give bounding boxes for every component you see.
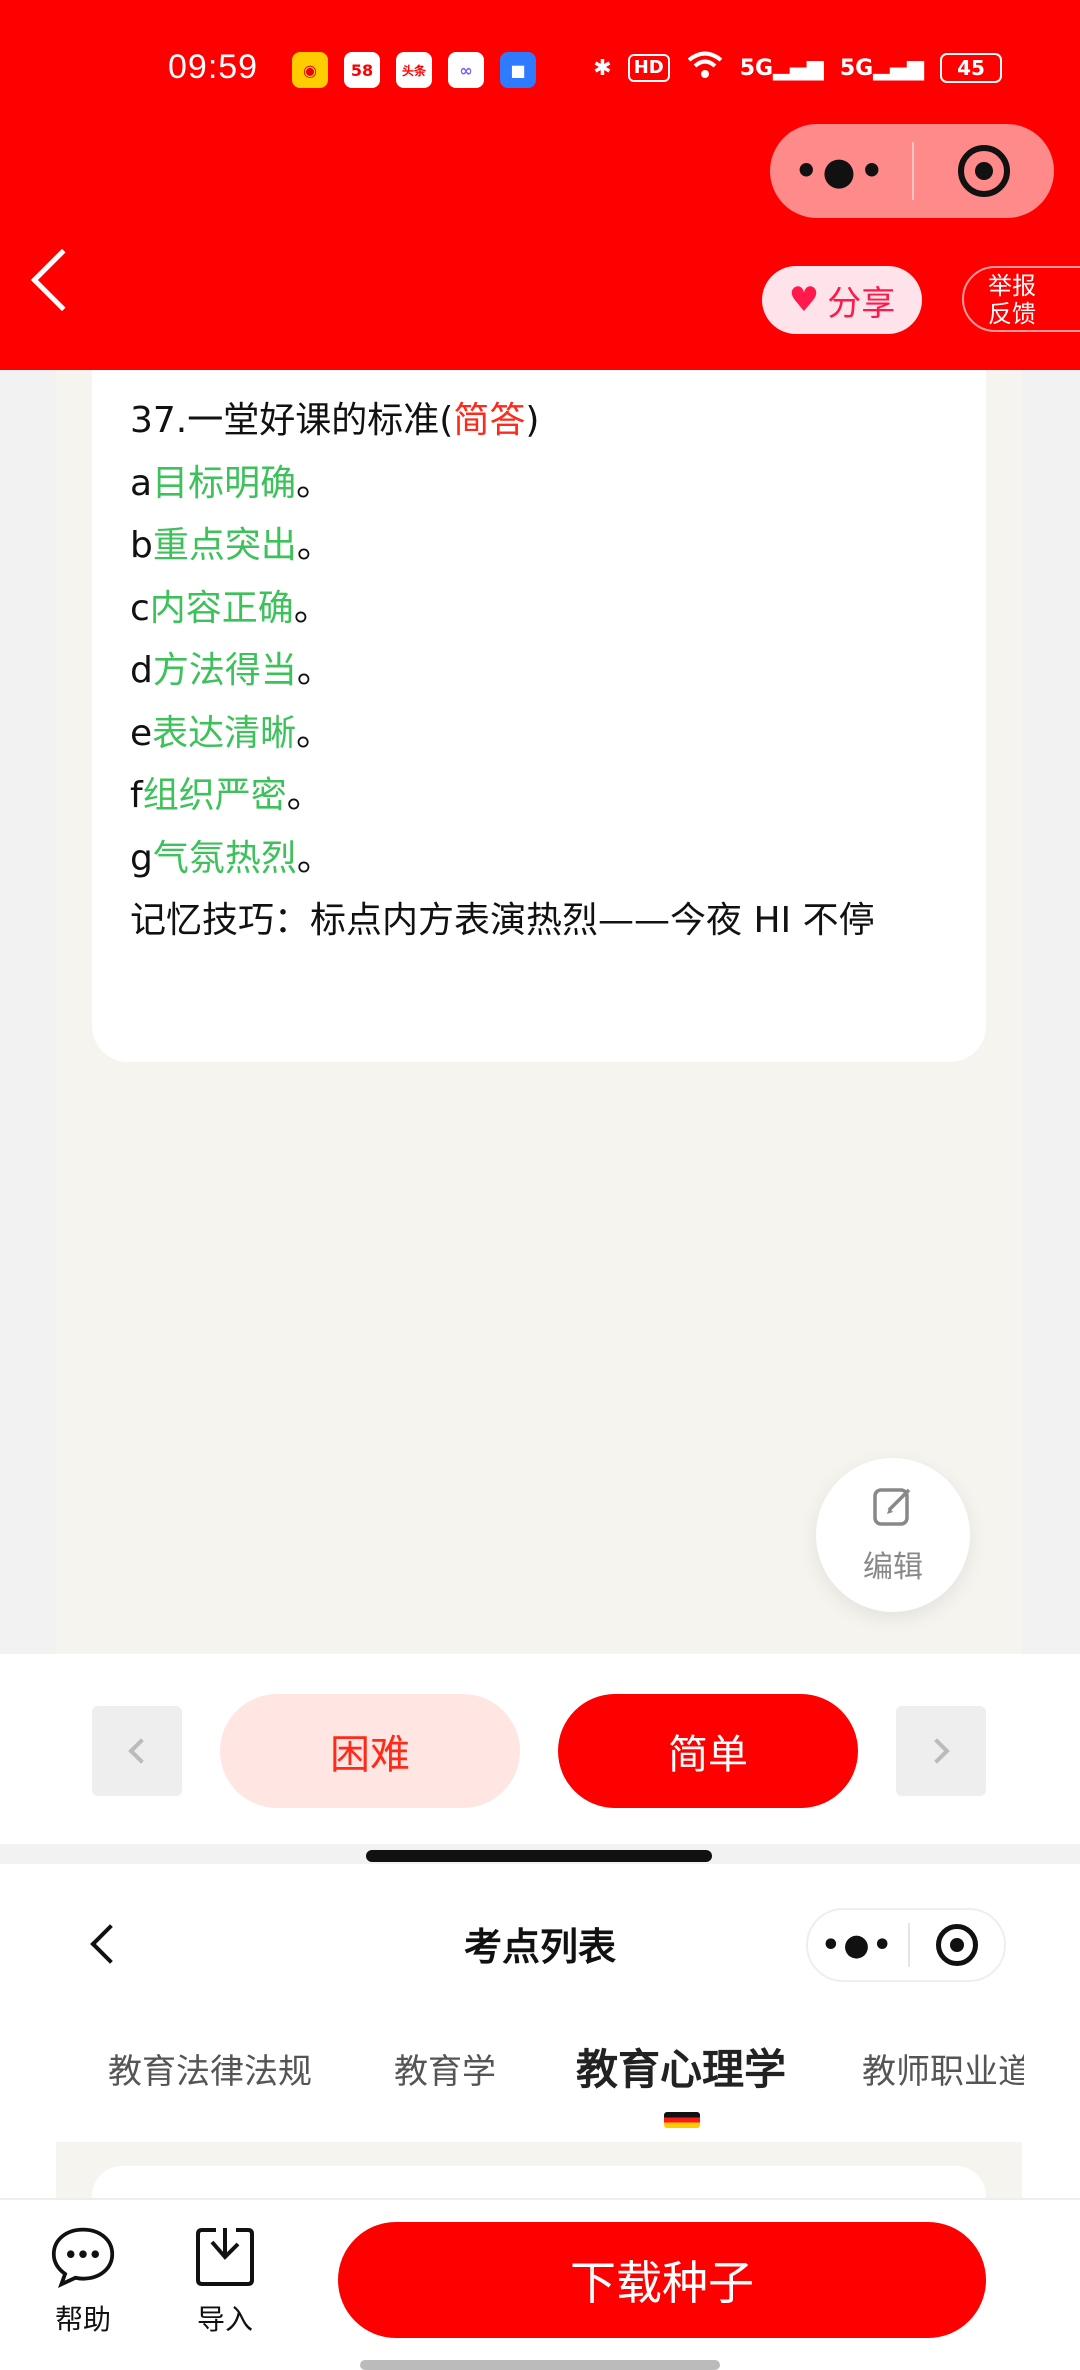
bluetooth-icon: ✱ xyxy=(593,55,612,81)
tab-educational-psychology[interactable]: 教育心理学 xyxy=(576,2036,786,2097)
easy-button[interactable]: 简单 xyxy=(558,1694,858,1808)
memory-tip: 记忆技巧：标点内方表演热烈——今夜 HI 不停 xyxy=(130,900,875,941)
download-button[interactable]: 下载种子 xyxy=(338,2222,986,2338)
chevron-right-icon xyxy=(924,1738,950,1764)
sheet-capsule: •●• xyxy=(806,1908,1006,1982)
answer-item: b重点突出。 xyxy=(130,525,333,566)
tab-pedagogy[interactable]: 教育学 xyxy=(394,2044,496,2093)
chat-icon xyxy=(50,2224,116,2290)
baidu-netdisk-icon: ∞ xyxy=(448,52,484,88)
help-button[interactable]: 帮助 xyxy=(28,2224,138,2338)
edit-icon xyxy=(871,1484,915,1536)
next-card-button[interactable] xyxy=(896,1706,986,1796)
share-button[interactable]: ♥ 分享 xyxy=(762,266,922,334)
import-label: 导入 xyxy=(196,2303,253,2336)
app-blue-icon: ■ xyxy=(500,52,536,88)
tab-education-law[interactable]: 教育法律法规 xyxy=(108,2044,312,2093)
sheet-more-icon[interactable]: •●• xyxy=(808,1928,908,1963)
edit-label: 编辑 xyxy=(863,1550,923,1585)
hd-icon: HD xyxy=(627,54,670,82)
bottom-action-bar: 帮助 导入 下载种子 xyxy=(0,2198,1080,2370)
miniprogram-capsule: •●• xyxy=(770,124,1054,218)
tab-teacher-ethics[interactable]: 教师职业道德 xyxy=(862,2044,1024,2093)
subject-tabs: 教育法律法规 教育学 教育心理学 教师职业道德 xyxy=(0,2034,1024,2144)
status-time: 09:59 xyxy=(168,48,259,86)
answer-item: d方法得当。 xyxy=(130,650,333,691)
prev-card-button[interactable] xyxy=(92,1706,182,1796)
import-button[interactable]: 导入 xyxy=(170,2224,280,2338)
app-58-icon: 58 xyxy=(344,52,380,88)
battery-icon: 45 xyxy=(940,53,1002,83)
help-label: 帮助 xyxy=(54,2303,111,2336)
notification-icons: ◉ 58 头条 ∞ ■ xyxy=(292,52,536,88)
answer-item: a目标明确。 xyxy=(130,462,333,504)
report-label-line1: 举报 xyxy=(988,272,1036,300)
more-menu-icon[interactable]: •●• xyxy=(770,149,912,193)
edit-button[interactable]: 编辑 xyxy=(816,1458,970,1612)
report-feedback-button[interactable]: 举报 反馈 xyxy=(962,266,1080,332)
target-icon xyxy=(936,1924,978,1966)
sheet-close-button[interactable] xyxy=(910,1924,1004,1966)
signal-icon-2: 5G▂▄▆ xyxy=(839,55,924,81)
active-tab-indicator xyxy=(664,2112,700,2128)
answer-item: e表达清晰。 xyxy=(130,712,333,754)
top-header: 09:59 ◉ 58 头条 ∞ ■ ✱ HD 5G▂▄▆ 5G▂▄▆ 45 •●… xyxy=(0,0,1080,370)
question-title: 37.一堂好课的标准(简答) xyxy=(130,400,540,441)
report-label-line2: 反馈 xyxy=(988,300,1036,328)
heart-icon: ♥ xyxy=(788,280,820,320)
wifi-icon xyxy=(686,50,724,86)
import-icon xyxy=(192,2224,258,2290)
status-bar: 09:59 ◉ 58 头条 ∞ ■ ✱ HD 5G▂▄▆ 5G▂▄▆ 45 xyxy=(0,40,1080,104)
weibo-icon: ◉ xyxy=(292,52,328,88)
home-indicator[interactable] xyxy=(366,1850,712,1862)
question-type-tag: 简答 xyxy=(453,400,526,441)
target-icon xyxy=(958,145,1010,197)
share-label: 分享 xyxy=(827,283,896,324)
signal-icon-1: 5G▂▄▆ xyxy=(739,55,824,81)
answer-item: g气氛热烈。 xyxy=(130,837,333,879)
toutiao-icon: 头条 xyxy=(396,52,432,88)
hard-button[interactable]: 困难 xyxy=(220,1694,520,1808)
answer-item: f组织严密。 xyxy=(130,775,323,816)
difficulty-bar: 困难 简单 xyxy=(0,1654,1080,1844)
answer-item: c内容正确。 xyxy=(130,587,330,629)
question-card: 37.一堂好课的标准(简答) a目标明确。 b重点突出。 c内容正确。 d方法得… xyxy=(92,370,986,1062)
home-indicator-bottom[interactable] xyxy=(360,2360,720,2370)
system-icons: ✱ HD 5G▂▄▆ 5G▂▄▆ 45 xyxy=(593,50,1002,86)
back-icon[interactable] xyxy=(30,248,94,312)
close-miniprogram-button[interactable] xyxy=(914,145,1054,197)
chevron-left-icon xyxy=(128,1738,154,1764)
